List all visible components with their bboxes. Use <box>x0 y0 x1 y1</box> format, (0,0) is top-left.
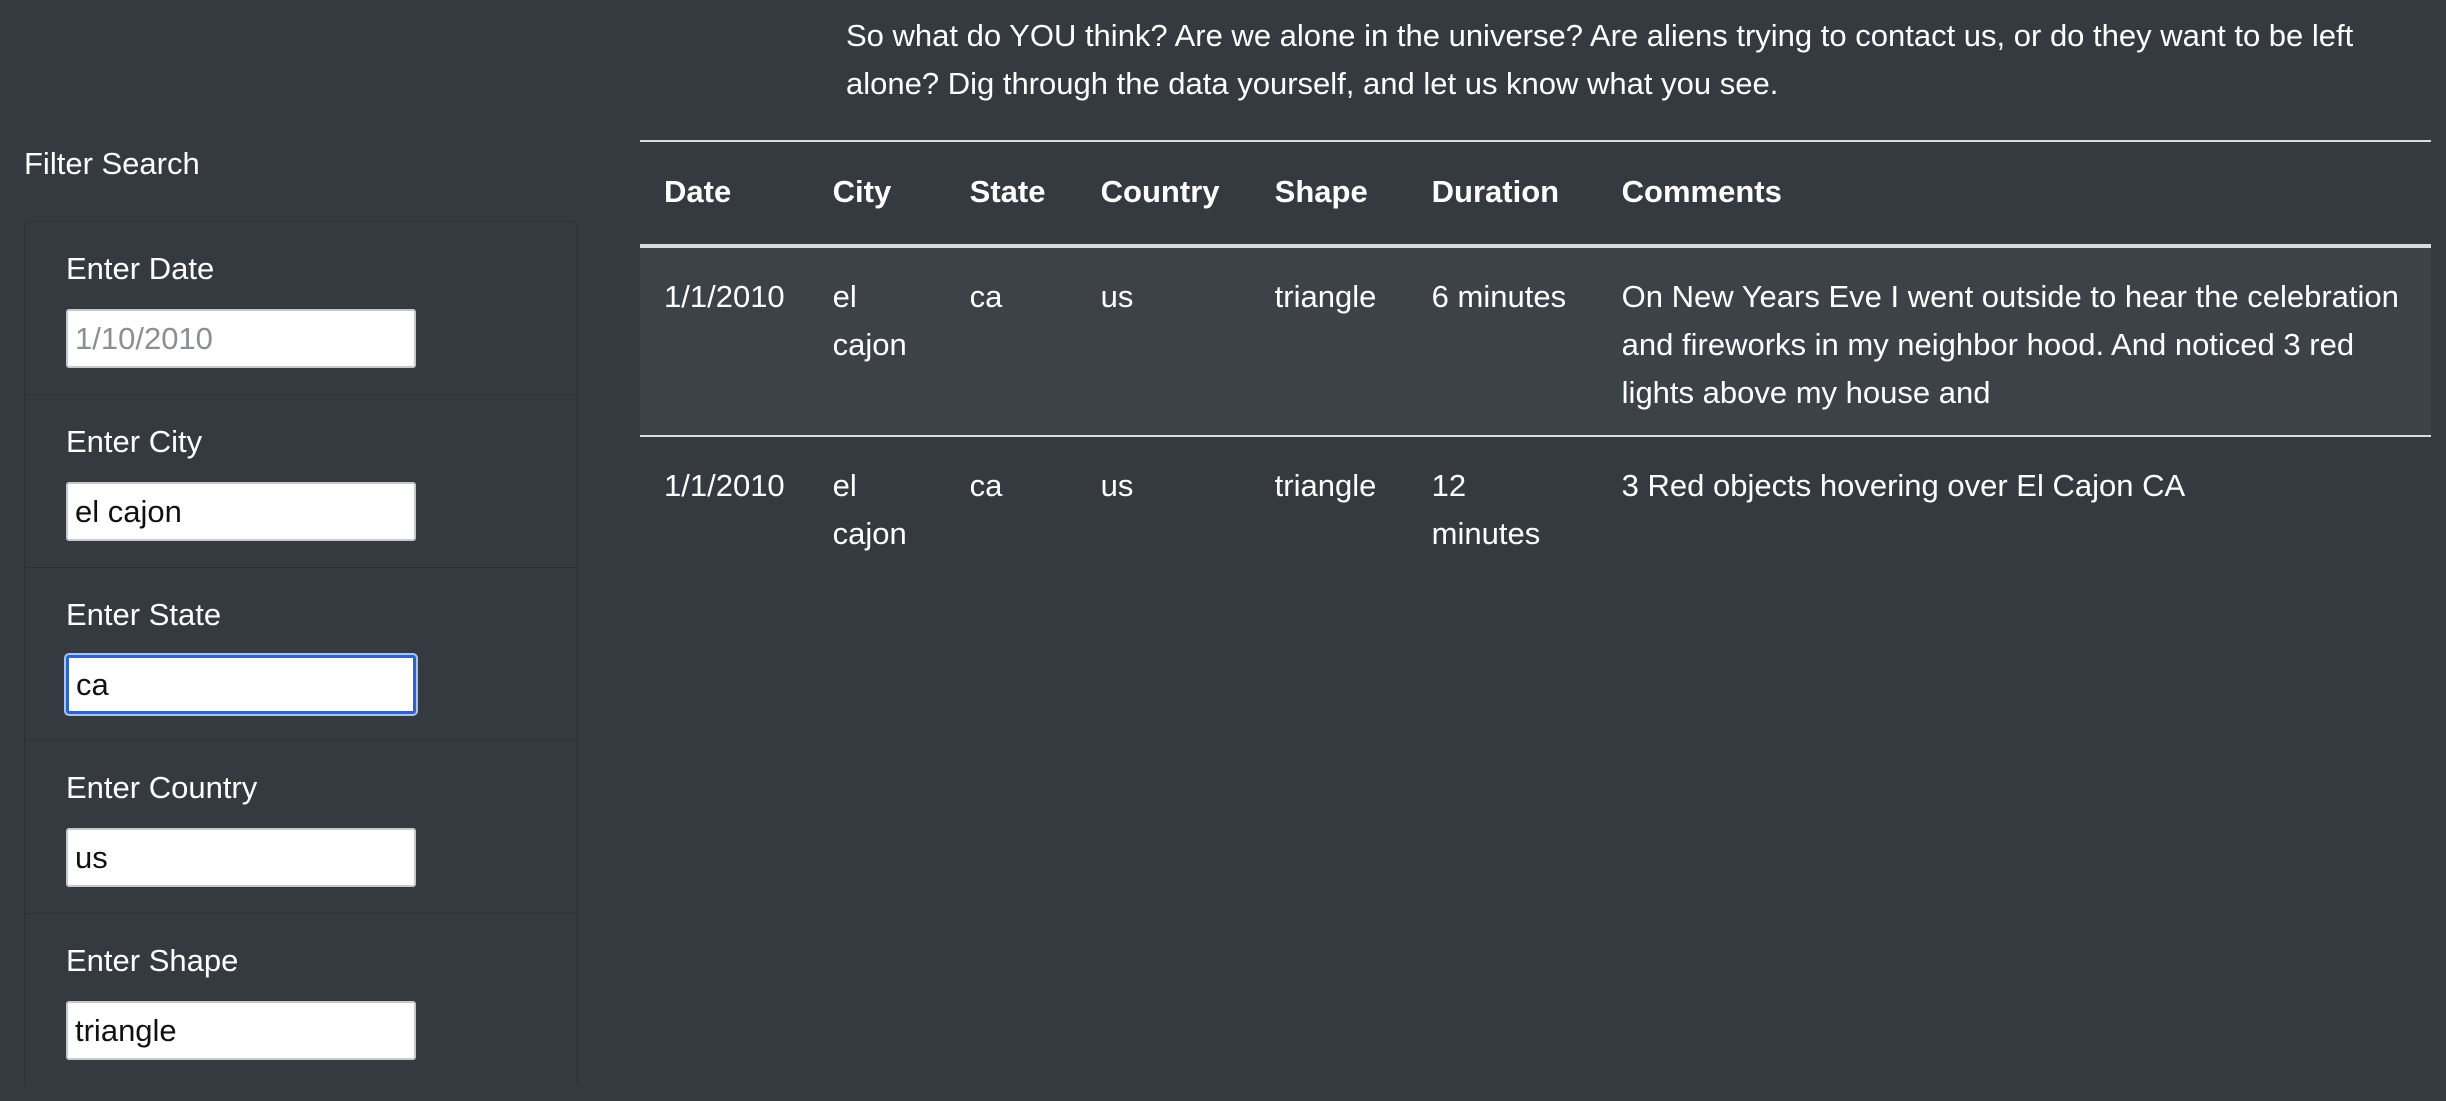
cell-date: 1/1/2010 <box>640 246 809 437</box>
date-input[interactable] <box>66 309 416 368</box>
ufo-sightings-table: Date City State Country Shape Duration C… <box>640 140 2431 576</box>
cell-shape: triangle <box>1250 246 1408 437</box>
filter-item-date: Enter Date <box>24 221 578 394</box>
city-label: Enter City <box>66 424 203 459</box>
cell-date: 1/1/2010 <box>664 468 785 503</box>
filter-item-country: Enter Country <box>24 740 578 913</box>
state-input[interactable] <box>66 655 416 714</box>
cell-comments: On New Years Eve I went outside to hear … <box>1597 246 2431 437</box>
filter-search-heading: Filter Search <box>24 146 200 181</box>
cell-duration: 6 minutes <box>1407 246 1598 437</box>
table-header-row: Date City State Country Shape Duration C… <box>640 140 2431 248</box>
city-input[interactable] <box>66 482 416 541</box>
cell-duration: 12 minutes <box>1431 468 1541 551</box>
header-date: Date <box>640 140 809 248</box>
header-duration: Duration <box>1407 140 1598 248</box>
country-input[interactable] <box>66 828 416 887</box>
country-label: Enter Country <box>66 770 258 805</box>
cell-country: us <box>1100 468 1134 503</box>
header-comments: Comments <box>1597 140 2431 248</box>
intro-paragraph: So what do YOU think? Are we alone in th… <box>846 18 2354 101</box>
ufo-sightings-table-container: Date City State Country Shape Duration C… <box>640 140 2431 576</box>
cell-country: us <box>1076 246 1251 437</box>
shape-label: Enter Shape <box>66 943 239 978</box>
date-label: Enter Date <box>66 251 215 286</box>
header-city: City <box>808 140 946 248</box>
cell-state: ca <box>969 468 1003 503</box>
table-row: 1/1/2010 el cajon ca us triangle 6 minut… <box>640 246 2431 437</box>
filter-panel: Enter Date Enter City Enter State Enter … <box>24 221 578 1101</box>
header-country: Country <box>1076 140 1251 248</box>
cell-city: el cajon <box>832 468 907 551</box>
cell-city: el cajon <box>808 246 946 437</box>
cell-state: ca <box>945 246 1077 437</box>
header-state: State <box>945 140 1077 248</box>
header-shape: Shape <box>1250 140 1408 248</box>
shape-input[interactable] <box>66 1001 416 1060</box>
table-row: 1/1/2010 el cajon ca us triangle 12 minu… <box>640 436 2431 576</box>
filter-item-city: Enter City <box>24 394 578 567</box>
filter-item-shape: Enter Shape <box>24 913 578 1086</box>
cell-comments: 3 Red objects hovering over El Cajon CA <box>1621 468 2186 503</box>
filter-item-state: Enter State <box>24 567 578 740</box>
state-label: Enter State <box>66 597 222 632</box>
cell-shape: triangle <box>1274 468 1377 503</box>
